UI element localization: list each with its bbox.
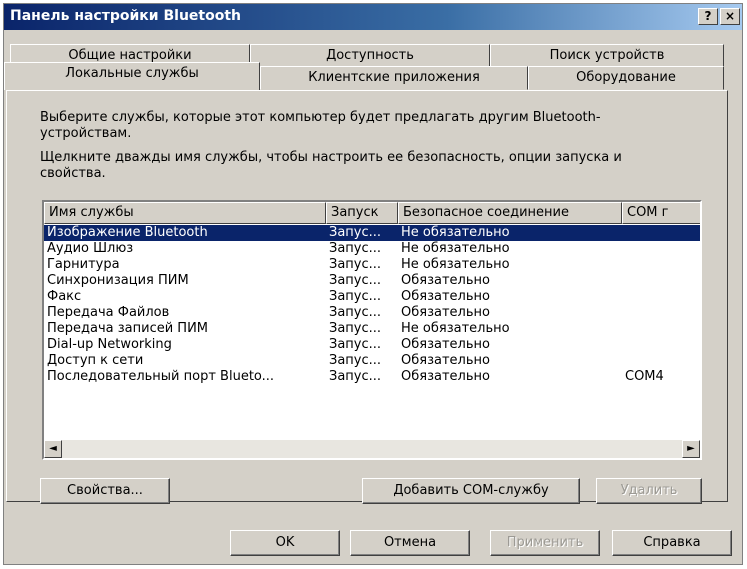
start-cell: Запус... (329, 305, 382, 320)
com-cell (622, 305, 700, 321)
help-button[interactable]: Справка (612, 530, 732, 556)
column-secure-connection[interactable]: Безопасное соединение (398, 202, 622, 224)
close-button[interactable]: × (720, 8, 740, 25)
service-name-cell: Передача Файлов (47, 305, 170, 320)
start-cell: Запус... (329, 225, 382, 240)
start-cell: Запус... (329, 273, 382, 288)
description-doubleclick: Щелкните дважды имя службы, чтобы настро… (40, 150, 622, 181)
start-cell: Запус... (329, 369, 382, 384)
horizontal-scrollbar[interactable]: ◄ ► (44, 440, 700, 458)
service-name-cell: Синхронизация ПИМ (47, 273, 189, 288)
com-cell (622, 337, 700, 353)
service-name-cell: Изображение Bluetooth (47, 225, 208, 240)
cancel-button[interactable]: Отмена (350, 530, 470, 556)
column-start[interactable]: Запуск (326, 202, 398, 224)
title-bar: Панель настройки Bluetooth ? × (4, 4, 742, 30)
list-item[interactable]: Синхронизация ПИМ Запус... Обязательно (44, 273, 700, 289)
scroll-right-icon[interactable]: ► (682, 440, 700, 458)
com-cell (622, 241, 700, 257)
add-com-service-button[interactable]: Добавить COM-службу (362, 478, 580, 504)
start-cell: Запус... (329, 241, 382, 256)
list-rows: Изображение Bluetooth Запус... Не обязател… (44, 225, 700, 385)
service-name-cell: Доступ к сети (47, 353, 144, 368)
list-item[interactable]: Последовательный порт Blueto... Запус... О… (44, 369, 700, 385)
start-cell: Запус... (329, 289, 382, 304)
secure-cell: Обязательно (401, 289, 490, 304)
tab-hardware[interactable]: Оборудование (528, 66, 724, 90)
column-com-port[interactable]: COM г (622, 202, 700, 224)
secure-cell: Обязательно (401, 353, 490, 368)
list-item[interactable]: Изображение Bluetooth Запус... Не обязател… (44, 225, 700, 241)
service-name-cell: Dial-up Networking (47, 337, 172, 352)
ok-button[interactable]: OK (230, 530, 340, 556)
tab-local-services[interactable]: Локальные службы (4, 62, 260, 90)
service-name-cell: Факс (47, 289, 82, 304)
service-name-cell: Передача записей ПИМ (47, 321, 209, 336)
delete-button[interactable]: Удалить (596, 478, 702, 504)
service-name-cell: Аудио Шлюз (47, 241, 134, 256)
apply-button[interactable]: Применить (490, 530, 600, 556)
secure-cell: Не обязательно (401, 241, 510, 256)
list-item[interactable]: Dial-up Networking Запус... Обязательно (44, 337, 700, 353)
secure-cell: Обязательно (401, 273, 490, 288)
com-cell (622, 353, 700, 369)
help-title-button[interactable]: ? (698, 8, 718, 25)
secure-cell: Не обязательно (401, 225, 510, 240)
start-cell: Запус... (329, 337, 382, 352)
com-cell: COM4 (625, 369, 664, 384)
com-cell (622, 321, 700, 337)
service-name-cell: Гарнитура (47, 257, 120, 272)
properties-button[interactable]: Свойства... (40, 478, 170, 504)
com-cell (622, 225, 700, 241)
description-select: Выберите службы, которые этот компьютер … (40, 110, 601, 141)
tab-availability[interactable]: Доступность (250, 44, 490, 68)
start-cell: Запус... (329, 353, 382, 368)
column-service-name[interactable]: Имя службы (44, 202, 326, 224)
tab-client-applications[interactable]: Клиентские приложения (260, 66, 528, 90)
list-item[interactable]: Передача записей ПИМ Запус... Не обязатель… (44, 321, 700, 337)
list-item[interactable]: Доступ к сети Запус... Обязательно (44, 353, 700, 369)
secure-cell: Обязательно (401, 369, 490, 384)
tab-device-search[interactable]: Поиск устройств (490, 44, 724, 68)
start-cell: Запус... (329, 321, 382, 336)
list-item[interactable]: Аудио Шлюз Запус... Не обязательно (44, 241, 700, 257)
services-list[interactable]: Имя службы Запуск Безопасное соединение … (42, 200, 702, 460)
list-item[interactable]: Гарнитура Запус... Не обязательно (44, 257, 700, 273)
list-item[interactable]: Передача Файлов Запус... Обязательно (44, 305, 700, 321)
tab-row-2: Локальные службы Клиентские приложения О… (4, 62, 724, 90)
com-cell (622, 273, 700, 289)
list-item[interactable]: Факс Запус... Обязательно (44, 289, 700, 305)
service-name-cell: Последовательный порт Blueto... (47, 369, 275, 384)
secure-cell: Обязательно (401, 337, 490, 352)
secure-cell: Не обязательно (401, 321, 510, 336)
com-cell (622, 257, 700, 273)
scroll-left-icon[interactable]: ◄ (44, 440, 62, 458)
com-cell (622, 289, 700, 305)
secure-cell: Обязательно (401, 305, 490, 320)
window-title: Панель настройки Bluetooth (10, 8, 241, 24)
start-cell: Запус... (329, 257, 382, 272)
list-header: Имя службы Запуск Безопасное соединение … (44, 202, 700, 224)
secure-cell: Не обязательно (401, 257, 510, 272)
